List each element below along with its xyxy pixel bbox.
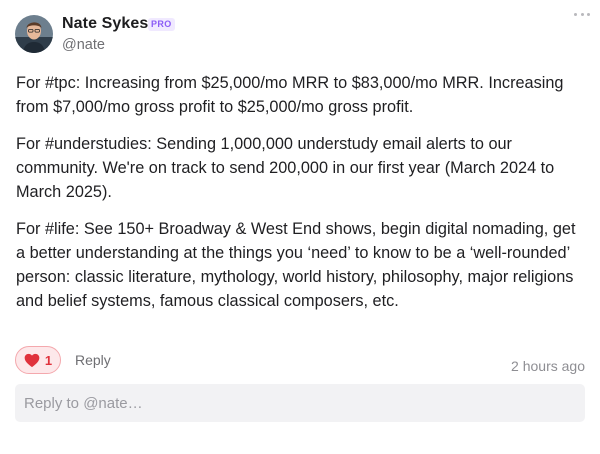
heart-icon [24, 353, 40, 367]
post-paragraph: For #tpc: Increasing from $25,000/mo MRR… [16, 74, 564, 116]
author-handle[interactable]: @nate [62, 37, 105, 53]
avatar[interactable] [15, 15, 53, 53]
reply-input[interactable] [15, 384, 585, 422]
like-button[interactable]: 1 [15, 346, 61, 374]
dot [587, 12, 590, 16]
avatar-image [15, 15, 53, 53]
author-name[interactable]: Nate Sykes [62, 15, 148, 33]
post-paragraph: For #life: See 150+ Broadway & West End … [16, 220, 576, 310]
more-dots-icon[interactable] [574, 10, 590, 18]
post-paragraph: For #understudies: Sending 1,000,000 und… [16, 135, 555, 201]
timestamp: 2 hours ago [511, 358, 585, 374]
post-card: Nate Sykes PRO @nate For #tpc: Increasin… [0, 0, 600, 454]
post-body: For #tpc: Increasing from $25,000/mo MRR… [16, 71, 588, 326]
like-count: 1 [44, 352, 53, 368]
dot [574, 12, 577, 16]
dot [580, 12, 584, 16]
reply-button[interactable]: Reply [75, 352, 111, 368]
pro-badge: PRO [148, 18, 175, 31]
